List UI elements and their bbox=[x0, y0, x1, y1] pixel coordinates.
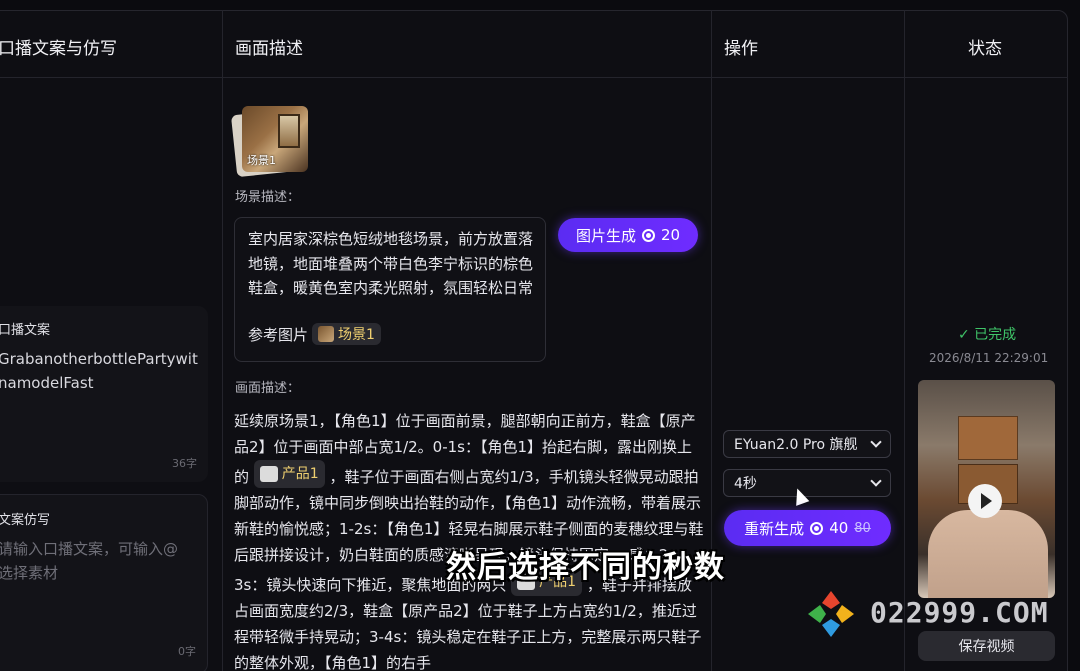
header-actions: 操作 bbox=[724, 39, 758, 59]
credit-icon bbox=[810, 521, 824, 535]
image-generate-button[interactable]: 图片生成 20 bbox=[558, 218, 698, 252]
regenerate-button[interactable]: 重新生成 40 80 bbox=[724, 510, 891, 546]
reference-chip[interactable]: 场景1 bbox=[312, 323, 381, 345]
chevron-down-icon bbox=[870, 475, 882, 487]
regenerate-cost: 40 bbox=[829, 519, 849, 537]
duration-select[interactable]: 4秒 bbox=[723, 469, 891, 497]
model-select[interactable]: EYuan2.0 Pro 旗舰 bbox=[723, 430, 891, 458]
script-card-title: 口播文案 bbox=[0, 323, 51, 338]
image-generate-cost: 20 bbox=[660, 226, 681, 244]
watermark-logo-icon bbox=[808, 591, 854, 637]
product-chip-icon bbox=[259, 466, 278, 482]
script-text-line1: GrabanotherbottlePartywit bbox=[0, 350, 198, 368]
rewrite-input-placeholder2[interactable]: 选择素材 bbox=[0, 561, 58, 585]
scene-description-text: 室内居家深棕色短绒地毯场景，前方放置落地镜，地面堆叠两个带白色李宁标识的棕色鞋盒… bbox=[248, 230, 534, 297]
product-chip[interactable]: 产品1 bbox=[253, 460, 325, 488]
scene-chip-icon bbox=[318, 326, 335, 342]
video-subtitle: 然后选择不同的秒数 bbox=[446, 550, 725, 585]
header-status: 状态 bbox=[968, 39, 1002, 59]
regenerate-label: 重新生成 bbox=[744, 519, 805, 538]
rewrite-card-title: 文案仿写 bbox=[0, 513, 51, 528]
scene-label: 场景描述： bbox=[235, 190, 301, 205]
legs-shape bbox=[928, 510, 1048, 598]
table-header bbox=[0, 10, 1068, 78]
header-script: 口播文案与仿写 bbox=[0, 39, 117, 59]
column-divider bbox=[904, 10, 905, 671]
frame-description-text: 延续原场景1，【角色1】位于画面前景，腿部朝向正前方，鞋盒【原产品2】位于画面中… bbox=[234, 408, 704, 671]
column-divider bbox=[222, 10, 223, 671]
rewrite-input-placeholder1[interactable]: 请输入口播文案，可输入@ bbox=[0, 537, 178, 561]
chevron-down-icon bbox=[870, 436, 882, 448]
thumbnail-label: 场景1 bbox=[247, 154, 276, 167]
regenerate-old-cost: 80 bbox=[854, 520, 871, 536]
product-chip-label: 产品1 bbox=[281, 466, 319, 482]
script-text-line2: namodelFast bbox=[0, 374, 94, 392]
credit-icon bbox=[641, 228, 655, 242]
status-badge: ✓ 已完成 bbox=[958, 327, 1017, 343]
play-icon[interactable] bbox=[968, 484, 1002, 518]
reference-label: 参考图片 bbox=[248, 325, 309, 344]
header-description: 画面描述 bbox=[235, 39, 303, 59]
script-char-count: 36字 bbox=[172, 457, 197, 470]
model-select-value: EYuan2.0 Pro 旗舰 bbox=[734, 437, 858, 453]
status-timestamp: 2026/8/11 22:29:01 bbox=[929, 351, 1049, 365]
scene-thumbnail[interactable]: 场景1 bbox=[230, 106, 310, 178]
mirror-shape bbox=[278, 114, 300, 148]
shoebox-shape bbox=[958, 416, 1018, 460]
description-label: 画面描述： bbox=[235, 381, 301, 396]
duration-select-value: 4秒 bbox=[734, 476, 757, 492]
watermark-text: 022999.COM bbox=[870, 596, 1049, 629]
rewrite-char-count: 0字 bbox=[178, 645, 196, 658]
reference-chip-label: 场景1 bbox=[338, 327, 375, 343]
image-generate-label: 图片生成 bbox=[575, 226, 636, 245]
save-video-button[interactable]: 保存视频 bbox=[918, 631, 1055, 661]
reference-image-row: 参考图片 场景1 bbox=[248, 323, 381, 345]
scene-image: 场景1 bbox=[242, 106, 308, 172]
